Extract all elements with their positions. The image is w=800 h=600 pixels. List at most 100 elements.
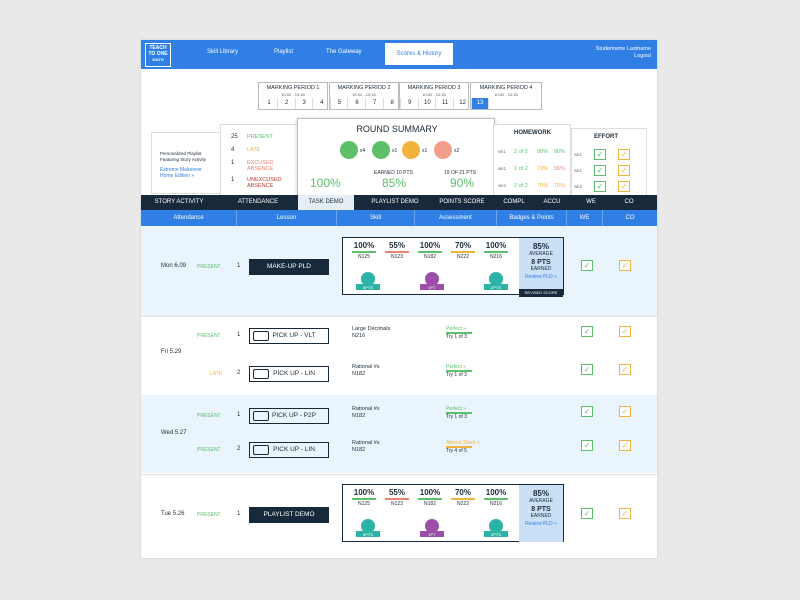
badge-label: 2PTS xyxy=(490,285,501,290)
week-button[interactable]: 6 xyxy=(349,98,366,109)
skill-code: N182 xyxy=(352,447,366,453)
row-date: Tue 5.26 xyxy=(161,511,185,517)
skill-code: N216 xyxy=(352,333,366,339)
lesson-button[interactable]: MAKE-UP PLD xyxy=(249,259,329,275)
marking-period-dates: 10:02 - 10:15 xyxy=(422,92,446,97)
attendance-label: EXCUSED ABSENCE xyxy=(247,160,274,172)
we-checkbox[interactable]: ✓ xyxy=(581,406,593,417)
badge-icon xyxy=(402,141,420,159)
lesson-button[interactable]: PICK UP - VLT xyxy=(249,328,329,344)
co-checkbox[interactable]: ✓ xyxy=(619,440,631,451)
nav-skill-library[interactable]: Skill Library xyxy=(207,49,238,55)
review-pld-link[interactable]: Review PLD » xyxy=(519,521,563,527)
week-button[interactable]: 12 xyxy=(455,98,472,109)
lesson-button[interactable]: PICK UP - P2P xyxy=(249,408,329,424)
effort-check-co[interactable]: ✓ xyxy=(618,181,630,192)
tab-co[interactable]: CO xyxy=(611,195,647,210)
hw-of: 1 of 2 xyxy=(514,166,528,172)
score-bar xyxy=(484,251,508,253)
tab-story-activity[interactable]: STORY ACTIVITY xyxy=(141,195,217,210)
marking-period-title: MARKING PERIOD 3 xyxy=(407,85,461,91)
round-pct-2: 85% xyxy=(382,176,407,190)
score-skill: N125 xyxy=(358,501,370,507)
hw-week: wk1 xyxy=(498,166,507,171)
co-checkbox[interactable]: ✓ xyxy=(619,326,631,337)
week-button[interactable]: 10 xyxy=(419,98,437,109)
round-summary-title: ROUND SUMMARY xyxy=(356,124,438,134)
week-button[interactable]: 2 xyxy=(279,98,296,109)
week-button[interactable]: 9 xyxy=(402,98,419,109)
tab-points-score[interactable]: POINTS SCORE xyxy=(431,195,493,210)
tab-compl[interactable]: COMPL xyxy=(496,195,532,210)
we-checkbox[interactable]: ✓ xyxy=(581,440,593,451)
lesson-button[interactable]: PICK UP - LIN xyxy=(249,442,329,458)
week-button[interactable]: 13 xyxy=(472,98,490,109)
tab-task-demo[interactable]: TASK DEMO xyxy=(298,195,354,210)
week-button[interactable]: 5 xyxy=(331,98,349,109)
lesson-icon xyxy=(253,411,269,421)
attendance-label: UNEXCUSED ABSENCE xyxy=(247,177,282,189)
lesson-label: PICK UP - LIN xyxy=(273,446,315,453)
week-button[interactable]: 3 xyxy=(296,98,314,109)
row-status: PRESENT xyxy=(197,447,221,453)
lesson-label: PICK UP - P2P xyxy=(272,412,316,419)
tab-attendance[interactable]: ATTENDANCE xyxy=(220,195,296,210)
hw-b: 55% xyxy=(554,166,566,172)
tab-we[interactable]: WE xyxy=(573,195,609,210)
table-row xyxy=(141,316,657,394)
score-bar xyxy=(451,498,475,500)
score-cell: 70% N222 xyxy=(448,488,478,507)
co-checkbox[interactable]: ✓ xyxy=(619,364,631,375)
hw-week: wk2 xyxy=(498,183,507,188)
we-checkbox[interactable]: ✓ xyxy=(581,364,593,375)
score-pct: 70% xyxy=(454,241,471,250)
story-text: Personalized Playlist xyxy=(160,151,202,156)
review-pld-link[interactable]: Review PLD » xyxy=(519,274,563,280)
teach-to-one-logo[interactable]: TEACH TO ONE MATH xyxy=(145,43,171,67)
effort-check-co[interactable]: ✓ xyxy=(618,165,630,176)
col-we: WE xyxy=(567,210,603,226)
week-button[interactable]: 7 xyxy=(367,98,384,109)
tab-playlist-demo[interactable]: PLAYLIST DEMO xyxy=(357,195,433,210)
col-badges-points: Badges & Points xyxy=(497,210,567,226)
marking-period-dates: 10:02 - 10:15 xyxy=(352,92,376,97)
score-bar xyxy=(418,498,442,500)
week-button[interactable]: 11 xyxy=(437,98,454,109)
skill-name: Rational #s xyxy=(352,440,380,446)
effort-check-we[interactable]: ✓ xyxy=(594,149,606,160)
lesson-button[interactable]: PLAYLIST DEMO xyxy=(249,507,329,523)
we-checkbox[interactable]: ✓ xyxy=(581,508,593,519)
lesson-button[interactable]: PICK UP - LIN xyxy=(249,366,329,382)
row-date: Wed 5.27 xyxy=(161,430,187,436)
nav-scores-history[interactable]: Scores & History xyxy=(385,43,453,65)
we-checkbox[interactable]: ✓ xyxy=(581,326,593,337)
co-checkbox[interactable]: ✓ xyxy=(619,260,631,271)
tab-accu[interactable]: ACCU xyxy=(534,195,570,210)
week-button[interactable]: 1 xyxy=(261,98,278,109)
story-link[interactable]: Home Edition » xyxy=(160,173,194,179)
effort-check-we[interactable]: ✓ xyxy=(594,181,606,192)
row-number: 1 xyxy=(237,263,241,269)
logout-link[interactable]: Logout xyxy=(596,53,651,60)
score-cell: 70% N222 xyxy=(448,241,478,260)
score-pct: 100% xyxy=(353,241,375,250)
badge-icon xyxy=(372,141,390,159)
badge-ribbon-icon: 5PTS xyxy=(355,271,381,291)
effort-card: EFFORT wk1 ✓ ✓ wk1 ✓ ✓ wk2 ✓ ✓ xyxy=(571,128,647,196)
points-earned: 8 PTS xyxy=(531,259,551,266)
we-checkbox[interactable]: ✓ xyxy=(581,260,593,271)
row-number: 1 xyxy=(237,332,241,338)
hw-b: 70% xyxy=(554,183,566,189)
co-checkbox[interactable]: ✓ xyxy=(619,508,631,519)
nav-the-gateway[interactable]: The Gateway xyxy=(326,49,362,55)
effort-check-we[interactable]: ✓ xyxy=(594,165,606,176)
score-pct: 100% xyxy=(353,488,375,497)
effort-check-co[interactable]: ✓ xyxy=(618,149,630,160)
nav-playlist[interactable]: Playlist xyxy=(274,49,293,55)
score-bar xyxy=(385,498,409,500)
hw-week: wk1 xyxy=(498,149,507,154)
co-checkbox[interactable]: ✓ xyxy=(619,406,631,417)
score-skill: N125 xyxy=(358,254,370,260)
effort-week: wk1 xyxy=(574,168,583,173)
row-status: LATE xyxy=(210,371,223,377)
